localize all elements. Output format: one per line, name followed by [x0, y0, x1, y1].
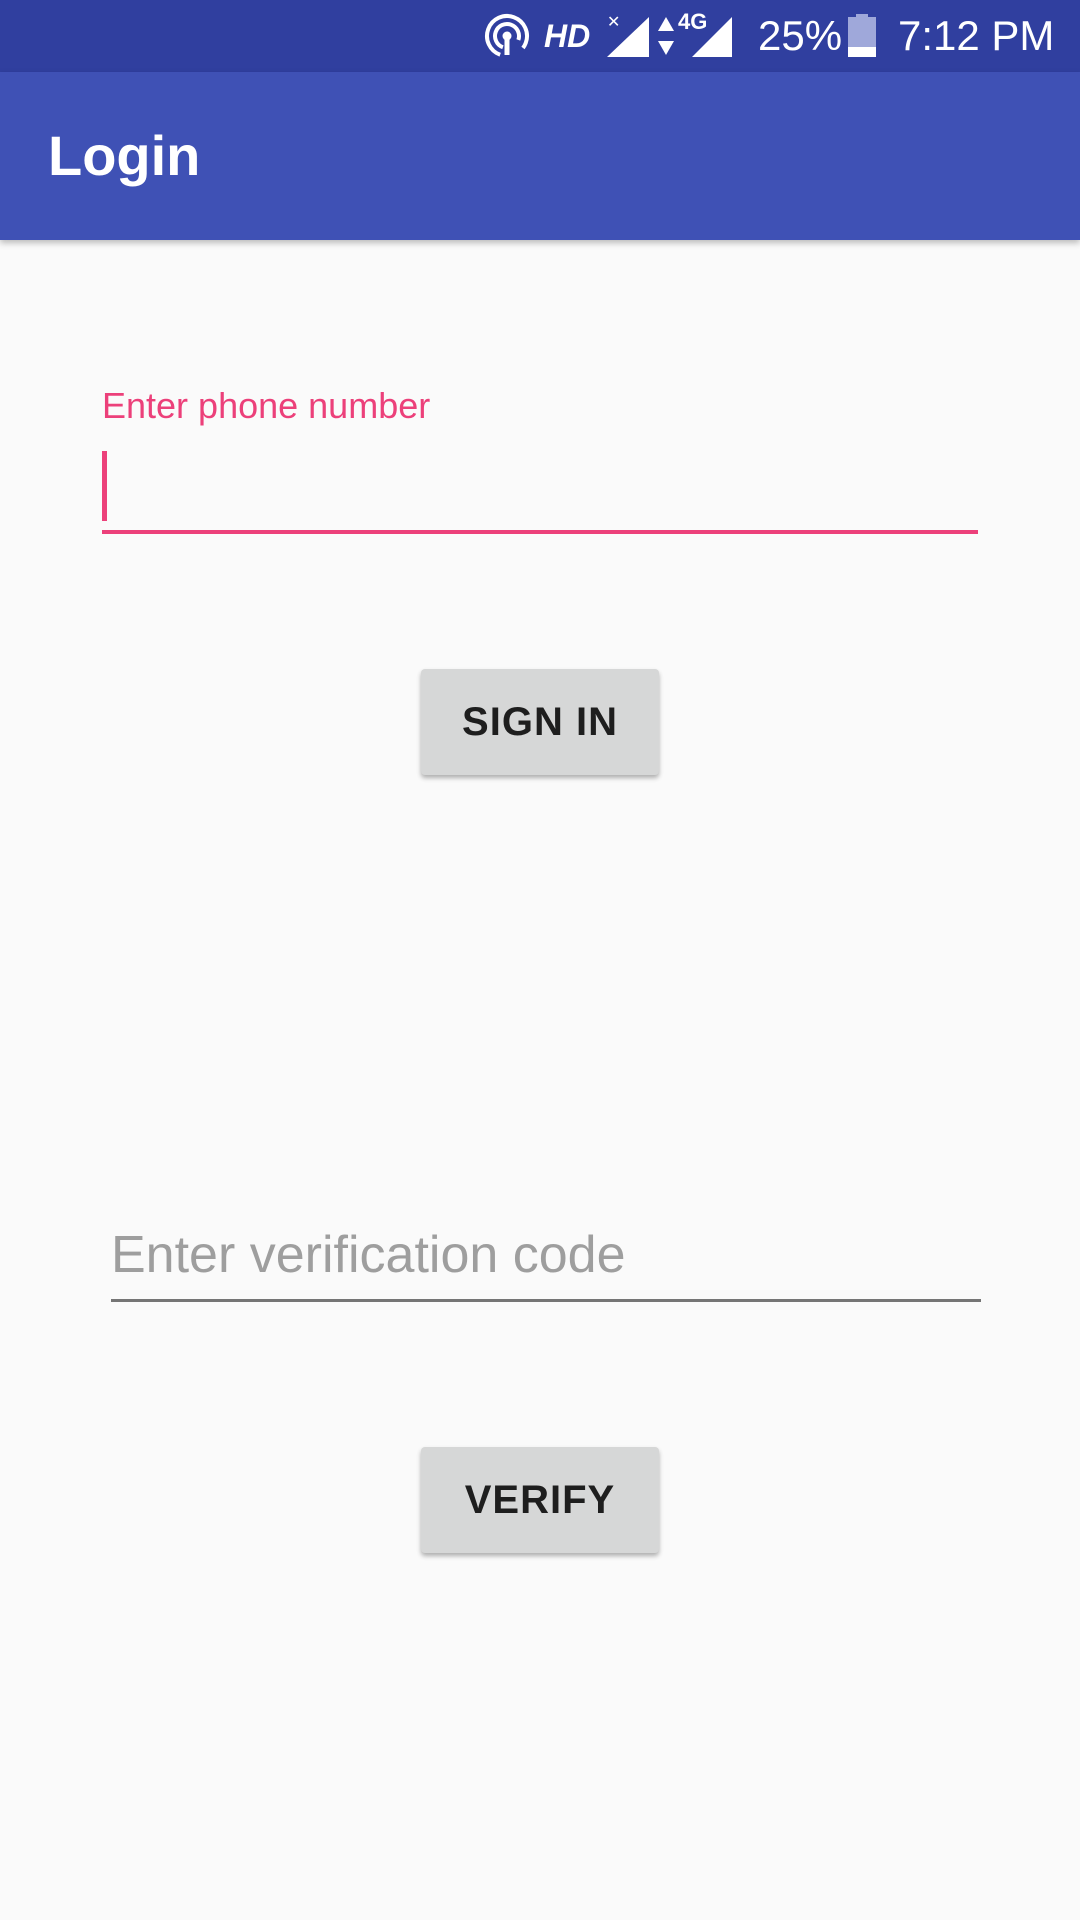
verification-code-field[interactable]: [111, 1210, 981, 1302]
battery-percent: 25%: [758, 12, 843, 59]
phone-number-label: Enter phone number: [102, 385, 431, 426]
app-bar: Login: [0, 72, 1080, 240]
hotspot-icon: [484, 0, 530, 72]
battery-icon: [848, 0, 876, 72]
phone-number-field[interactable]: [102, 446, 978, 534]
signal-icon: ✕: [605, 0, 651, 72]
signal-icon: [690, 0, 734, 72]
sign-in-button[interactable]: SIGN IN: [421, 669, 659, 775]
text-cursor: [102, 451, 107, 521]
svg-text:✕: ✕: [607, 13, 620, 31]
data-arrows-icon: [656, 0, 676, 72]
clock: 7:12 PM: [898, 12, 1055, 59]
verification-code-input[interactable]: [111, 1210, 981, 1299]
page-title: Login: [48, 124, 201, 187]
phone-number-input[interactable]: [102, 446, 978, 530]
status-bar: HD ✕ 4G 25% 7:12 PM: [0, 0, 1080, 72]
verify-button[interactable]: VERIFY: [421, 1447, 659, 1553]
hd-indicator: HD: [544, 17, 591, 54]
